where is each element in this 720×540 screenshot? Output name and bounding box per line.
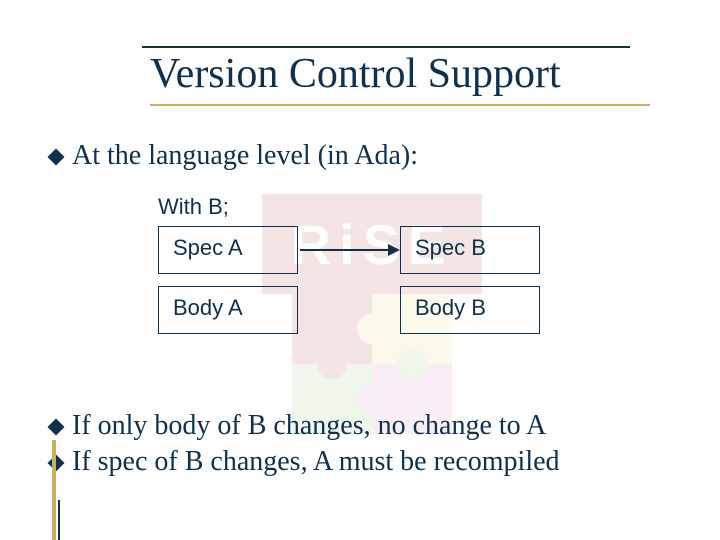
title-rule bbox=[142, 46, 630, 48]
slide-title: Version Control Support bbox=[150, 50, 630, 98]
left-accent-green bbox=[58, 500, 60, 540]
bullet-icon bbox=[48, 455, 65, 472]
bullet-icon bbox=[48, 149, 65, 166]
bullet-1-text: At the language level (in Ada): bbox=[72, 140, 418, 172]
left-accent-gold bbox=[52, 440, 56, 540]
bullet-2-text: If only body of B changes, no change to … bbox=[72, 410, 546, 442]
box-spec-a: Spec A bbox=[158, 226, 298, 274]
bullet-3-text: If spec of B changes, A must be recompil… bbox=[72, 446, 560, 478]
box-body-a: Body A bbox=[158, 286, 298, 334]
box-body-b: Body B bbox=[400, 286, 540, 334]
box-spec-b: Spec B bbox=[400, 226, 540, 274]
bullet-3: If spec of B changes, A must be recompil… bbox=[50, 446, 690, 478]
bullet-1: At the language level (in Ada): bbox=[50, 140, 690, 172]
with-label: With B; bbox=[158, 194, 229, 220]
slide-title-wrap: Version Control Support bbox=[150, 50, 630, 98]
title-underline bbox=[150, 104, 650, 106]
bullet-icon bbox=[48, 419, 65, 436]
arrow-spec-a-to-spec-b bbox=[300, 249, 398, 251]
bullet-2: If only body of B changes, no change to … bbox=[50, 410, 690, 442]
